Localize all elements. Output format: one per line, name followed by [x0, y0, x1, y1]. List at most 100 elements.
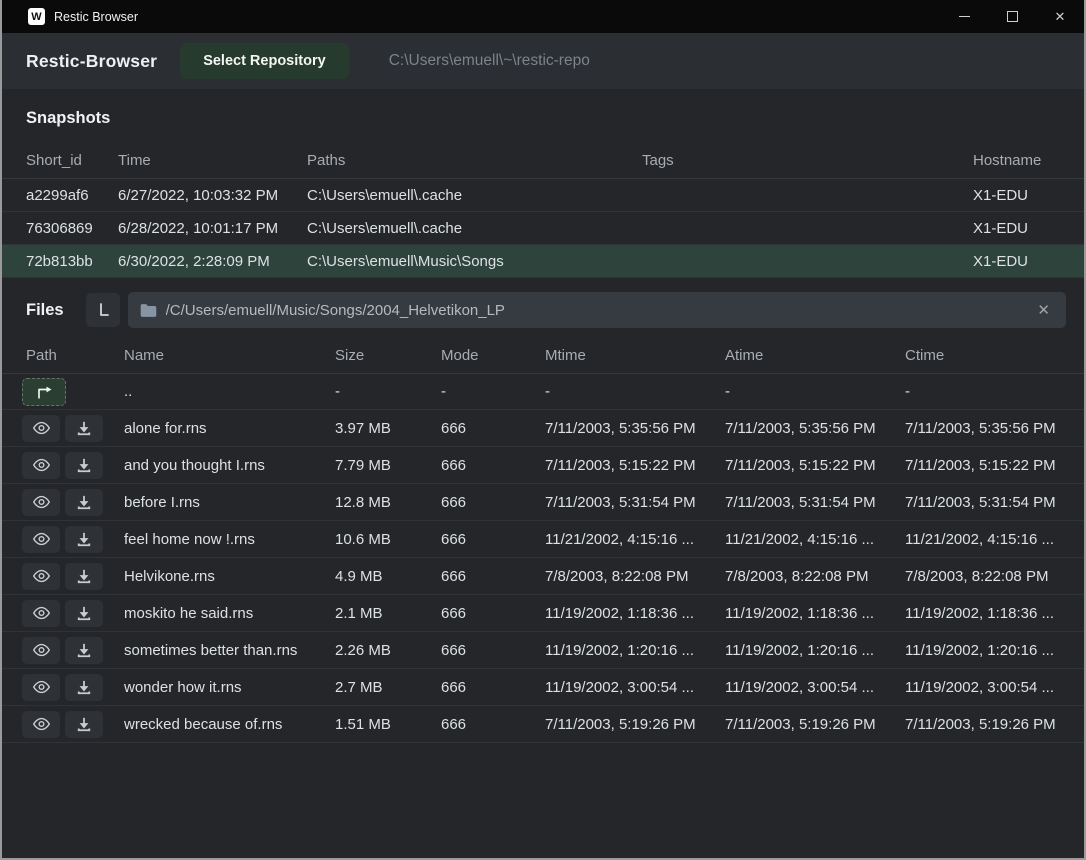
file-mtime: 7/11/2003, 5:31:54 PM [545, 494, 725, 511]
download-file-button[interactable] [65, 674, 103, 701]
file-mode: 666 [441, 494, 545, 511]
file-atime: 7/11/2003, 5:15:22 PM [725, 457, 905, 474]
download-file-button[interactable] [65, 711, 103, 738]
preview-file-button[interactable] [22, 489, 60, 516]
file-ctime: 11/21/2002, 4:15:16 ... [905, 531, 1084, 548]
window-title: Restic Browser [54, 10, 138, 24]
app-window: W Restic Browser ✕ Restic-Browser Select… [0, 0, 1086, 860]
download-file-button[interactable] [65, 526, 103, 553]
select-repository-button[interactable]: Select Repository [180, 43, 349, 79]
file-ctime: 7/11/2003, 5:15:22 PM [905, 457, 1084, 474]
preview-file-button[interactable] [22, 637, 60, 664]
snapshot-row[interactable]: 76306869 6/28/2022, 10:01:17 PM C:\Users… [2, 212, 1084, 245]
file-mtime: 7/11/2003, 5:35:56 PM [545, 420, 725, 437]
app-title: Restic-Browser [26, 51, 157, 72]
file-mtime: 7/11/2003, 5:15:22 PM [545, 457, 725, 474]
download-file-button[interactable] [65, 637, 103, 664]
file-row[interactable]: Helvikone.rns 4.9 MB 666 7/8/2003, 8:22:… [2, 558, 1084, 595]
file-row[interactable]: sometimes better than.rns 2.26 MB 666 11… [2, 632, 1084, 669]
file-row[interactable]: alone for.rns 3.97 MB 666 7/11/2003, 5:3… [2, 410, 1084, 447]
download-icon [76, 643, 92, 658]
download-icon [76, 495, 92, 510]
file-size: 2.1 MB [335, 605, 441, 622]
file-ctime: 11/19/2002, 1:18:36 ... [905, 605, 1084, 622]
clear-path-button[interactable]: ✕ [1033, 299, 1054, 321]
minimize-button[interactable] [940, 0, 988, 33]
file-row[interactable]: feel home now !.rns 10.6 MB 666 11/21/20… [2, 521, 1084, 558]
parent-dir-name: .. [124, 383, 335, 400]
snapshot-row[interactable]: 72b813bb 6/30/2022, 2:28:09 PM C:\Users\… [2, 245, 1084, 278]
snapshot-short-id: 76306869 [26, 220, 118, 237]
preview-file-button[interactable] [22, 563, 60, 590]
download-icon [76, 569, 92, 584]
file-atime: 11/19/2002, 3:00:54 ... [725, 679, 905, 696]
go-up-button[interactable] [22, 378, 66, 406]
repository-path: C:\Users\emuell\~\restic-repo [389, 52, 590, 70]
file-size: 10.6 MB [335, 531, 441, 548]
wails-app-icon: W [28, 8, 45, 25]
current-path-input[interactable]: /C/Users/emuell/Music/Songs/2004_Helveti… [128, 292, 1066, 328]
column-time: Time [118, 152, 307, 169]
file-mode: 666 [441, 605, 545, 622]
download-icon [76, 532, 92, 547]
preview-file-button[interactable] [22, 452, 60, 479]
snapshot-row[interactable]: a2299af6 6/27/2022, 10:03:32 PM C:\Users… [2, 179, 1084, 212]
root-dir-button[interactable] [86, 293, 120, 327]
download-icon [76, 421, 92, 436]
file-name: wonder how it.rns [124, 679, 335, 696]
window-controls: ✕ [940, 0, 1084, 33]
maximize-button[interactable] [988, 0, 1036, 33]
file-row[interactable]: wrecked because of.rns 1.51 MB 666 7/11/… [2, 706, 1084, 743]
file-name: wrecked because of.rns [124, 716, 335, 733]
file-name: Helvikone.rns [124, 568, 335, 585]
column-name: Name [124, 347, 335, 364]
column-paths: Paths [307, 152, 642, 169]
download-file-button[interactable] [65, 600, 103, 627]
eye-icon [32, 569, 51, 583]
download-file-button[interactable] [65, 415, 103, 442]
snapshot-paths: C:\Users\emuell\Music\Songs [307, 253, 642, 270]
file-atime: 7/11/2003, 5:31:54 PM [725, 494, 905, 511]
file-row[interactable]: before I.rns 12.8 MB 666 7/11/2003, 5:31… [2, 484, 1084, 521]
file-mtime: 7/8/2003, 8:22:08 PM [545, 568, 725, 585]
app-header: Restic-Browser Select Repository C:\User… [2, 33, 1084, 89]
file-mode: 666 [441, 642, 545, 659]
download-file-button[interactable] [65, 489, 103, 516]
file-mode: 666 [441, 531, 545, 548]
file-row[interactable]: wonder how it.rns 2.7 MB 666 11/19/2002,… [2, 669, 1084, 706]
column-hostname: Hostname [973, 152, 1084, 169]
file-atime: 11/21/2002, 4:15:16 ... [725, 531, 905, 548]
eye-icon [32, 495, 51, 509]
file-atime: 7/11/2003, 5:19:26 PM [725, 716, 905, 733]
snapshot-time: 6/30/2022, 2:28:09 PM [118, 253, 307, 270]
preview-file-button[interactable] [22, 600, 60, 627]
download-file-button[interactable] [65, 452, 103, 479]
snapshot-paths: C:\Users\emuell\.cache [307, 220, 642, 237]
preview-file-button[interactable] [22, 415, 60, 442]
file-size: 12.8 MB [335, 494, 441, 511]
snapshot-hostname: X1-EDU [973, 220, 1084, 237]
preview-file-button[interactable] [22, 674, 60, 701]
maximize-icon [1007, 11, 1018, 22]
close-button[interactable]: ✕ [1036, 0, 1084, 33]
download-file-button[interactable] [65, 563, 103, 590]
file-row[interactable]: moskito he said.rns 2.1 MB 666 11/19/200… [2, 595, 1084, 632]
file-atime: 7/8/2003, 8:22:08 PM [725, 568, 905, 585]
parent-directory-row[interactable]: .. - - - - - [2, 374, 1084, 410]
file-size: 2.7 MB [335, 679, 441, 696]
preview-file-button[interactable] [22, 526, 60, 553]
file-row[interactable]: and you thought I.rns 7.79 MB 666 7/11/2… [2, 447, 1084, 484]
file-ctime: 7/11/2003, 5:35:56 PM [905, 420, 1084, 437]
snapshot-time: 6/27/2022, 10:03:32 PM [118, 187, 307, 204]
snapshots-table-header: Short_id Time Paths Tags Hostname [2, 143, 1084, 179]
snapshot-time: 6/28/2022, 10:01:17 PM [118, 220, 307, 237]
snapshots-table-body: a2299af6 6/27/2022, 10:03:32 PM C:\Users… [2, 179, 1084, 278]
eye-icon [32, 606, 51, 620]
eye-icon [32, 532, 51, 546]
file-ctime: 11/19/2002, 3:00:54 ... [905, 679, 1084, 696]
parent-dir-size: - [335, 383, 441, 400]
preview-file-button[interactable] [22, 711, 60, 738]
file-name: sometimes better than.rns [124, 642, 335, 659]
download-icon [76, 717, 92, 732]
file-name: alone for.rns [124, 420, 335, 437]
